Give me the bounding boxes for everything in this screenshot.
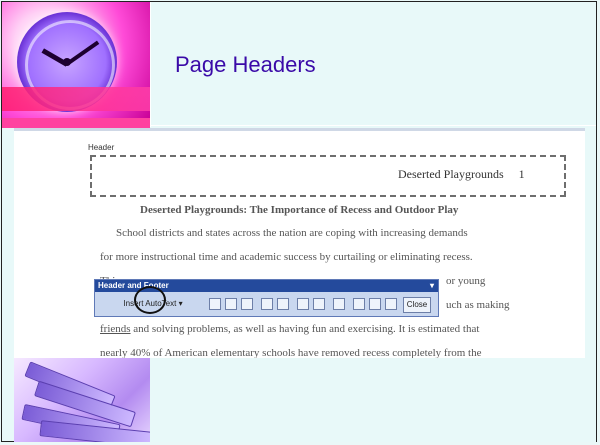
running-head-text: Deserted Playgrounds xyxy=(398,167,504,181)
clock-image xyxy=(2,2,150,120)
insert-date-icon[interactable] xyxy=(261,298,273,310)
show-previous-icon[interactable] xyxy=(369,298,381,310)
document-title: Deserted Playgrounds: The Importance of … xyxy=(140,204,459,216)
show-hide-document-text-icon[interactable] xyxy=(313,298,325,310)
page-number: 1 xyxy=(518,167,525,181)
annotation-circle xyxy=(134,286,166,314)
switch-header-footer-icon[interactable] xyxy=(353,298,365,310)
chevron-down-icon[interactable]: ▾ xyxy=(430,280,434,292)
insert-number-of-pages-icon[interactable] xyxy=(225,298,237,310)
document-screenshot: Header Deserted Playgrounds 1 Deserted P… xyxy=(14,128,585,361)
same-as-previous-icon[interactable] xyxy=(333,298,345,310)
format-page-number-icon[interactable] xyxy=(241,298,253,310)
spell-flag-word: friends xyxy=(100,323,131,335)
running-head: Deserted Playgrounds 1 xyxy=(398,167,525,182)
books-image xyxy=(14,358,150,442)
decorative-strip xyxy=(2,118,150,128)
page-setup-icon[interactable] xyxy=(297,298,309,310)
body-line: School districts and states across the n… xyxy=(116,227,468,239)
bottom-panel xyxy=(150,358,596,442)
close-button[interactable]: Close xyxy=(403,297,431,313)
body-line: friends and solving problems, as well as… xyxy=(100,323,480,335)
show-next-icon[interactable] xyxy=(385,298,397,310)
insert-time-icon[interactable] xyxy=(277,298,289,310)
slide-title: Page Headers xyxy=(175,52,316,77)
insert-page-number-icon[interactable] xyxy=(209,298,221,310)
header-tag: Header xyxy=(88,143,115,152)
body-line: for more instructional time and academic… xyxy=(100,251,473,263)
